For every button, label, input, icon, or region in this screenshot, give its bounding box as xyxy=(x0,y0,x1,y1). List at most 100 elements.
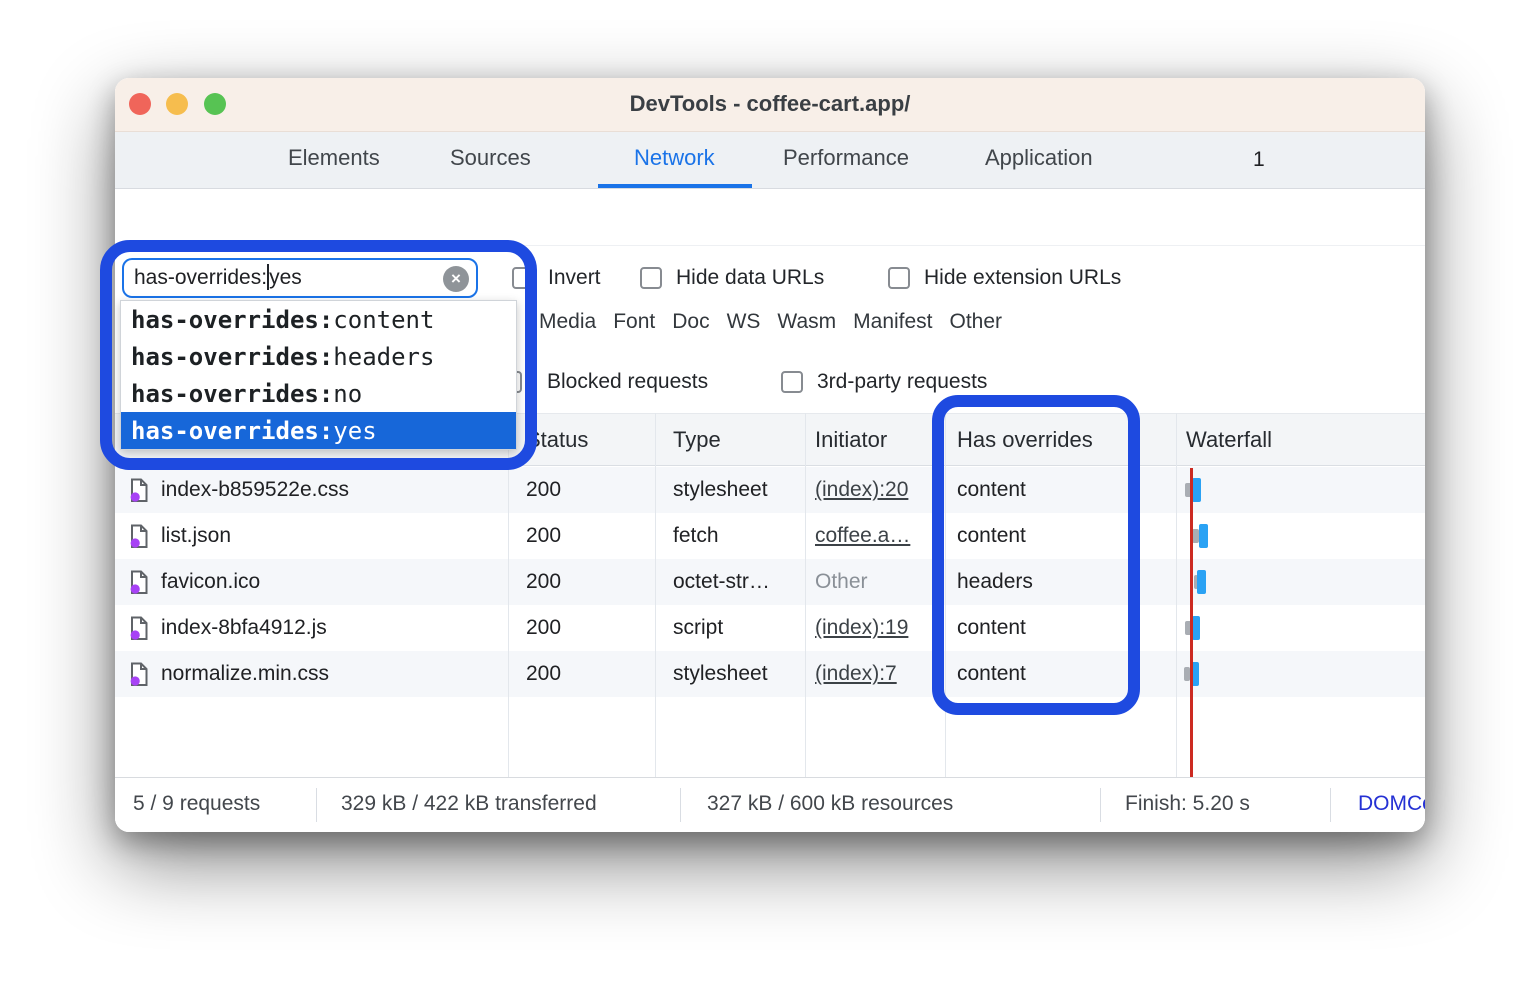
divider xyxy=(1100,788,1101,822)
file-icon xyxy=(129,524,149,549)
column-header-has-overrides[interactable]: Has overrides xyxy=(945,414,1176,465)
column-divider[interactable] xyxy=(655,413,656,777)
request-status: 200 xyxy=(508,605,655,651)
hide-data-urls-label: Hide data URLs xyxy=(676,266,824,290)
network-panel-content: has-overrides:yes × Invert Hide data URL… xyxy=(115,246,1425,777)
request-name: normalize.min.css xyxy=(161,662,329,686)
hide-extension-urls-label: Hide extension URLs xyxy=(924,266,1121,290)
filter-text-prefix: has-overrides: xyxy=(134,266,267,290)
request-initiator-link[interactable]: (index):20 xyxy=(815,478,908,502)
request-type: fetch xyxy=(655,513,805,559)
type-chip-media[interactable]: Media xyxy=(539,310,596,334)
filter-suggestions-dropdown: has-overrides:content has-overrides:head… xyxy=(120,300,517,450)
finish-time: Finish: 5.20 s xyxy=(1125,792,1250,816)
request-has-overrides: content xyxy=(945,513,1176,559)
devtools-tab-bar: Elements Sources Network Performance App… xyxy=(115,132,1425,189)
suggestion-item[interactable]: has-overrides:content xyxy=(121,301,516,338)
table-row[interactable]: index-8bfa4912.js 200 script (index):19 … xyxy=(115,605,1425,651)
file-icon xyxy=(129,662,149,687)
request-status: 200 xyxy=(508,513,655,559)
request-type: stylesheet xyxy=(655,651,805,697)
type-chip-ws[interactable]: WS xyxy=(727,310,761,334)
type-chip-doc[interactable]: Doc xyxy=(672,310,709,334)
column-divider[interactable] xyxy=(945,413,946,777)
column-divider[interactable] xyxy=(805,413,806,777)
divider xyxy=(1330,788,1331,822)
request-type: stylesheet xyxy=(655,467,805,513)
title-bar: DevTools - coffee-cart.app/ xyxy=(115,78,1425,132)
tab-elements[interactable]: Elements xyxy=(288,145,380,171)
request-type: octet-str… xyxy=(655,559,805,605)
column-header-type[interactable]: Type xyxy=(655,414,805,465)
suggestion-item[interactable]: has-overrides:no xyxy=(121,375,516,412)
column-header-status[interactable]: Status xyxy=(508,414,655,465)
domcontentloaded-time: DOMContentL xyxy=(1358,792,1425,816)
hide-data-urls-checkbox[interactable] xyxy=(640,267,662,289)
table-row[interactable]: favicon.ico 200 octet-str… Other headers xyxy=(115,559,1425,605)
column-divider[interactable] xyxy=(1176,413,1177,777)
column-divider[interactable] xyxy=(508,413,509,777)
type-chip-wasm[interactable]: Wasm xyxy=(777,310,836,334)
hide-extension-urls-checkbox[interactable] xyxy=(888,267,910,289)
third-party-requests-label: 3rd-party requests xyxy=(817,370,987,394)
request-type: script xyxy=(655,605,805,651)
requests-table-body: index-b859522e.css 200 stylesheet (index… xyxy=(115,467,1425,697)
network-toolbar: Preserve log Disable cache No throttling… xyxy=(115,189,1425,246)
clear-filter-icon[interactable]: × xyxy=(443,266,469,292)
type-chip-other[interactable]: Other xyxy=(950,310,1003,334)
requests-count: 5 / 9 requests xyxy=(133,792,260,816)
divider xyxy=(680,788,681,822)
type-chip-font[interactable]: Font xyxy=(613,310,655,334)
third-party-requests-checkbox[interactable] xyxy=(781,371,803,393)
waterfall-download-bar xyxy=(1199,524,1208,548)
request-status: 200 xyxy=(508,651,655,697)
request-has-overrides: content xyxy=(945,605,1176,651)
request-status: 200 xyxy=(508,559,655,605)
table-row[interactable]: normalize.min.css 200 stylesheet (index)… xyxy=(115,651,1425,697)
tab-performance[interactable]: Performance xyxy=(783,145,909,171)
console-message-count: 1 xyxy=(1253,148,1265,172)
waterfall-download-bar xyxy=(1192,616,1200,640)
divider xyxy=(316,788,317,822)
suggestion-item[interactable]: has-overrides:headers xyxy=(121,338,516,375)
resources-size: 327 kB / 600 kB resources xyxy=(707,792,953,816)
file-icon xyxy=(129,616,149,641)
suggestion-item-selected[interactable]: has-overrides:yes xyxy=(121,412,516,449)
request-name: index-b859522e.css xyxy=(161,478,349,502)
transferred-size: 329 kB / 422 kB transferred xyxy=(341,792,597,816)
file-icon xyxy=(129,478,149,503)
request-initiator-link[interactable]: Other xyxy=(815,570,868,594)
invert-label: Invert xyxy=(548,266,601,290)
waterfall-download-bar xyxy=(1192,478,1201,502)
invert-checkbox[interactable] xyxy=(512,267,534,289)
blocked-requests-label: Blocked requests xyxy=(547,370,708,394)
waterfall-wait-bar xyxy=(1192,529,1199,543)
request-initiator-link[interactable]: (index):7 xyxy=(815,662,897,686)
filter-input[interactable]: has-overrides:yes × xyxy=(122,258,478,298)
filter-text-typed: yes xyxy=(269,266,302,290)
devtools-window: DevTools - coffee-cart.app/ Elements Sou… xyxy=(115,78,1425,832)
request-name: favicon.ico xyxy=(161,570,260,594)
tab-application[interactable]: Application xyxy=(985,145,1093,171)
request-has-overrides: headers xyxy=(945,559,1176,605)
status-bar: 5 / 9 requests 329 kB / 422 kB transferr… xyxy=(115,777,1425,832)
domcontentloaded-marker-line xyxy=(1190,468,1193,777)
selected-tab-indicator xyxy=(598,184,752,188)
waterfall-download-bar xyxy=(1197,570,1206,594)
column-header-waterfall[interactable]: Waterfall xyxy=(1176,414,1425,465)
window-title: DevTools - coffee-cart.app/ xyxy=(115,91,1425,117)
request-has-overrides: content xyxy=(945,651,1176,697)
file-icon xyxy=(129,570,149,595)
type-chip-manifest[interactable]: Manifest xyxy=(853,310,932,334)
table-row[interactable]: index-b859522e.css 200 stylesheet (index… xyxy=(115,467,1425,513)
request-initiator-link[interactable]: coffee.a… xyxy=(815,524,910,548)
request-status: 200 xyxy=(508,467,655,513)
table-row[interactable]: list.json 200 fetch coffee.a… content xyxy=(115,513,1425,559)
request-name: list.json xyxy=(161,524,231,548)
resource-type-chips: Media Font Doc WS Wasm Manifest Other xyxy=(539,310,1002,334)
tab-network[interactable]: Network xyxy=(634,145,715,171)
tab-sources[interactable]: Sources xyxy=(450,145,531,171)
request-initiator-link[interactable]: (index):19 xyxy=(815,616,908,640)
request-name: index-8bfa4912.js xyxy=(161,616,327,640)
column-header-initiator[interactable]: Initiator xyxy=(805,414,945,465)
